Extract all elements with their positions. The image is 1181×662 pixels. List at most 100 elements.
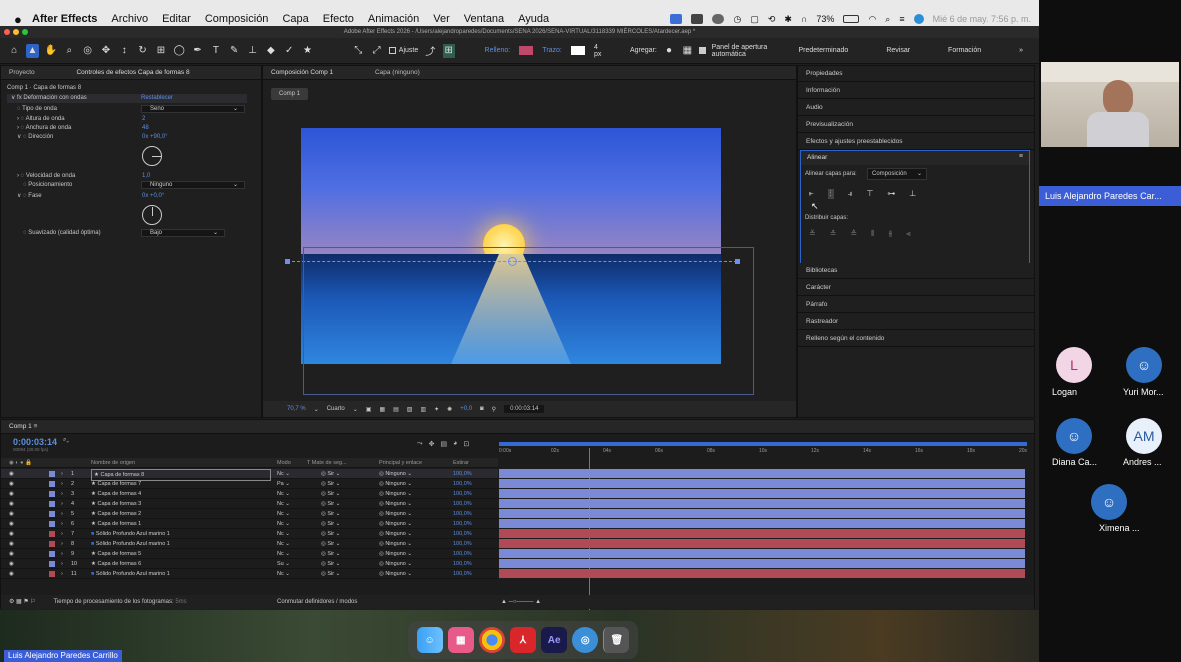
sync-icon[interactable]: ⟲ xyxy=(768,14,776,25)
path-handle[interactable] xyxy=(285,259,290,264)
track-matte-dropdown[interactable]: ◎ Sir ⌄ xyxy=(321,519,340,529)
layer-row[interactable]: ◉ › 3 ★ Capa de formas 4 Nc ⌄ ◎ Sir ⌄ ◎ Ningun… xyxy=(1,489,498,499)
expand-arrow-icon[interactable]: › xyxy=(61,569,63,579)
expand-arrow-icon[interactable]: › xyxy=(61,539,63,549)
guides-icon[interactable]: ▧ xyxy=(407,406,413,413)
dolly-tool-icon[interactable]: ↕ xyxy=(118,44,130,58)
work-area-bar[interactable] xyxy=(499,442,1027,446)
phase-value[interactable]: 0x +0,0° xyxy=(142,192,164,201)
exposure-icon[interactable]: ✺ xyxy=(447,406,452,413)
eye-icon[interactable]: ◉ xyxy=(9,539,14,549)
menu-app-name[interactable]: After Effects xyxy=(32,13,97,25)
mask-icon[interactable]: ▤ xyxy=(393,406,399,413)
spotlight-icon[interactable]: ⌕ xyxy=(885,14,890,25)
track-matte-dropdown[interactable]: ◎ Sir ⌄ xyxy=(321,559,340,569)
expand-arrow-icon[interactable]: › xyxy=(61,469,63,479)
acrobat-icon[interactable]: ⅄ xyxy=(509,627,536,653)
menu-item[interactable]: Ver xyxy=(433,13,450,25)
parent-dropdown[interactable]: ◎ Ninguno ⌄ xyxy=(379,569,412,579)
layer-name[interactable]: ★ Capa de formas 1 xyxy=(91,519,141,529)
bezier-icon[interactable]: ▦ xyxy=(681,44,693,58)
panel-properties[interactable]: Propiedades xyxy=(798,66,1034,82)
window-icon[interactable]: ▢ xyxy=(750,14,759,25)
layer-duration-bar[interactable] xyxy=(499,549,1025,558)
track-matte-dropdown[interactable]: ◎ Sir ⌄ xyxy=(321,499,340,509)
wave-width-value[interactable]: 48 xyxy=(142,124,149,133)
home-icon[interactable]: ⌂ xyxy=(8,44,20,58)
wifi-icon[interactable]: ◠ xyxy=(868,14,876,25)
headphones-icon[interactable]: ∩ xyxy=(801,14,807,24)
direction-dial[interactable] xyxy=(142,146,162,166)
layer-row[interactable]: ◉ › 10 ★ Capa de formas 6 Su ⌄ ◎ Sir ⌄ ◎ Ningu… xyxy=(1,559,498,569)
parent-dropdown[interactable]: ◎ Ninguno ⌄ xyxy=(379,549,412,559)
layer-row[interactable]: ◉ › 7 ■ Sólido Profundo Azul marino 1 Nc ⌄ ◎ … xyxy=(1,529,498,539)
tab-layer[interactable]: Capa (ninguno) xyxy=(375,69,420,76)
menu-item[interactable]: Animación xyxy=(368,13,419,25)
screen-share-icon[interactable] xyxy=(670,14,683,24)
stretch-value[interactable]: 100,0% xyxy=(453,529,472,539)
layer-name[interactable]: ★ Capa de formas 6 xyxy=(91,559,141,569)
parent-dropdown[interactable]: ◎ Ninguno ⌄ xyxy=(379,539,412,549)
align-bottom-icon[interactable]: ⊥ xyxy=(909,189,916,199)
track-matte-dropdown[interactable]: ◎ Sir ⌄ xyxy=(321,569,340,579)
stroke-color-swatch[interactable] xyxy=(570,46,585,55)
phase-dial[interactable] xyxy=(142,205,162,225)
track-matte-dropdown[interactable]: ◎ Sir ⌄ xyxy=(321,489,340,499)
transparency-grid-icon[interactable]: ▦ xyxy=(379,406,385,413)
grid-icon[interactable]: ⊞ xyxy=(442,43,455,58)
participant-avatar[interactable]: ☺ xyxy=(1056,418,1092,454)
timeline-search-input[interactable]: ⌕⌄ xyxy=(63,437,213,447)
show-snapshot-icon[interactable]: ⚲ xyxy=(492,406,496,413)
quicktime-icon[interactable]: ◎ xyxy=(572,627,599,653)
menu-item[interactable]: Ayuda xyxy=(518,13,549,25)
world-axis-icon[interactable]: ⤢ xyxy=(370,44,382,58)
layer-row[interactable]: ◉ › 5 ★ Capa de formas 2 Nc ⌄ ◎ Sir ⌄ ◎ Ningun… xyxy=(1,509,498,519)
wave-height-value[interactable]: 2 xyxy=(142,115,145,124)
stretch-value[interactable]: 100,0% xyxy=(453,499,472,509)
layer-row[interactable]: ◉ › 11 ■ Sólido Profundo Azul marino 1 Nc ⌄ ◎… xyxy=(1,569,498,579)
close-window-button[interactable] xyxy=(4,29,10,35)
layer-duration-bar[interactable] xyxy=(499,469,1025,478)
eye-icon[interactable]: ◉ xyxy=(9,529,14,539)
layer-name[interactable]: ★ Capa de formas 2 xyxy=(91,509,141,519)
stroke-width[interactable]: 4 px xyxy=(594,44,606,58)
eraser-tool-icon[interactable]: ◆ xyxy=(265,44,277,58)
layer-duration-bar[interactable] xyxy=(499,539,1025,548)
label-color-swatch[interactable] xyxy=(49,561,55,567)
puppet-tool-icon[interactable]: ★ xyxy=(301,44,313,58)
mode-dropdown[interactable]: Nc ⌄ xyxy=(277,569,290,579)
align-h-center-icon[interactable]: ⫶ xyxy=(827,189,834,199)
stopwatch-icon[interactable]: › ◌ xyxy=(17,116,26,122)
workspace-review[interactable]: Revisar xyxy=(886,47,910,54)
exposure-value[interactable]: +0,0 xyxy=(460,406,472,412)
track-matte-dropdown[interactable]: ◎ Sir ⌄ xyxy=(321,539,340,549)
participant-avatar[interactable]: L xyxy=(1056,347,1092,383)
expand-arrow-icon[interactable]: › xyxy=(61,529,63,539)
align-left-icon[interactable]: ⫦ xyxy=(809,189,814,199)
expand-arrow-icon[interactable]: › xyxy=(61,489,63,499)
col-mode[interactable]: Modo xyxy=(277,458,291,468)
mode-dropdown[interactable]: Nc ⌄ xyxy=(277,519,290,529)
comp-timecode[interactable]: 0:00:03:14 xyxy=(504,405,545,413)
stretch-value[interactable]: 100,0% xyxy=(453,489,472,499)
label-color-swatch[interactable] xyxy=(49,551,55,557)
label-color-swatch[interactable] xyxy=(49,521,55,527)
more-workspaces-icon[interactable]: » xyxy=(1019,47,1023,54)
chevron-down-icon[interactable]: ⌄ xyxy=(314,406,319,413)
stretch-value[interactable]: 100,0% xyxy=(453,479,472,489)
clock-icon[interactable]: ◷ xyxy=(733,14,741,25)
panel-paragraph[interactable]: Párrafo xyxy=(798,297,1034,313)
hand-tool-icon[interactable]: ✋ xyxy=(45,44,57,58)
label-color-swatch[interactable] xyxy=(49,491,55,497)
eye-icon[interactable]: ◉ xyxy=(9,479,14,489)
timeline-timecode[interactable]: 0:00:03:14 xyxy=(13,437,57,447)
comp-breadcrumb-chip[interactable]: Comp 1 xyxy=(271,88,309,100)
zoom-tool-icon[interactable]: ⌕ xyxy=(63,44,75,58)
layer-row[interactable]: ◉ › 8 ■ Sólido Profundo Azul marino 1 Nc ⌄ ◎ … xyxy=(1,539,498,549)
rotate-tool-icon[interactable]: ↻ xyxy=(136,44,148,58)
zoom-slider[interactable]: ▲ ─○──── ▲ xyxy=(501,595,541,609)
parent-dropdown[interactable]: ◎ Ninguno ⌄ xyxy=(379,509,412,519)
selection-tool-icon[interactable]: ▲ xyxy=(26,43,39,58)
distribute-top-icon[interactable]: ≚ xyxy=(809,229,816,239)
brush-tool-icon[interactable]: ✎ xyxy=(228,44,240,58)
